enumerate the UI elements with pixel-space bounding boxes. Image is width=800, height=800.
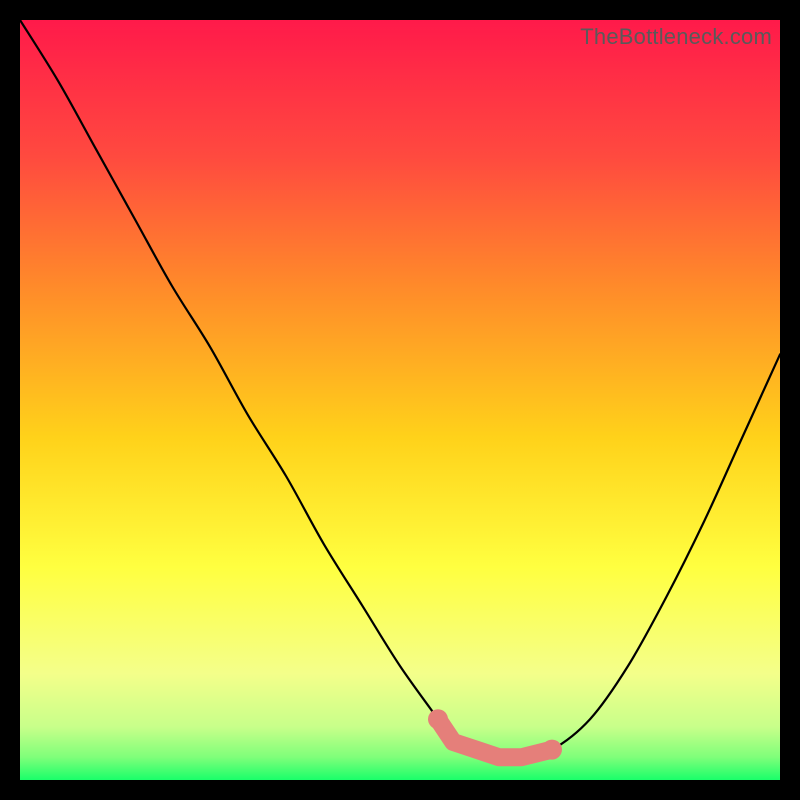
marker-end-dot [428, 709, 448, 729]
chart-svg [20, 20, 780, 780]
chart-frame: TheBottleneck.com [20, 20, 780, 780]
marker-end-dot [542, 740, 562, 760]
watermark-text: TheBottleneck.com [580, 24, 772, 50]
